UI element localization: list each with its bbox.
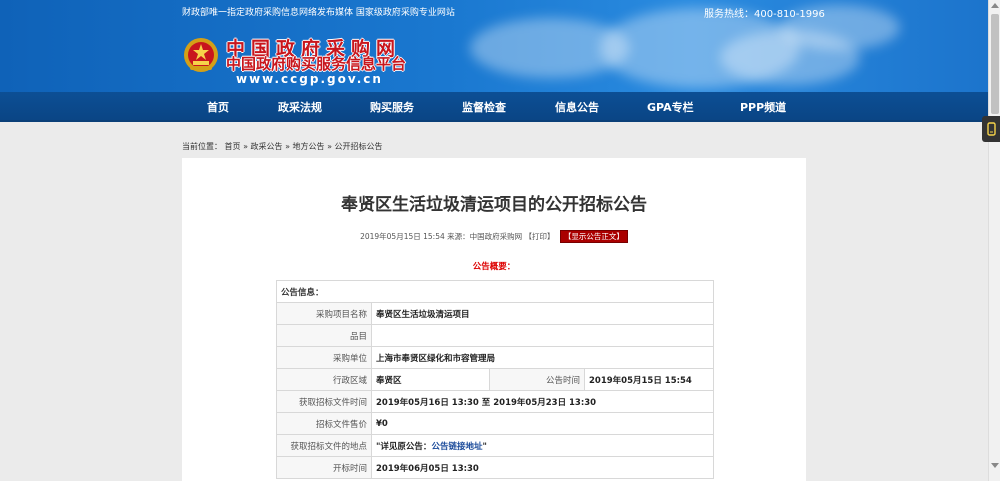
national-emblem-icon[interactable] — [182, 35, 220, 75]
row-value: 2019年05月16日 13:30 至 2019年05月23日 13:30 — [371, 390, 714, 413]
scrollbar-thumb[interactable] — [991, 14, 999, 114]
main-nav: 首页 政采法规 购买服务 监督检查 信息公告 GPA专栏 PPP频道 — [0, 92, 988, 122]
breadcrumb-current[interactable]: 公开招标公告 — [335, 142, 383, 151]
scroll-down-icon[interactable] — [991, 463, 999, 468]
table-row: 采购单位 上海市奉贤区绿化和市容管理局 — [276, 346, 714, 369]
nav-item-gpa[interactable]: GPA专栏 — [647, 99, 694, 115]
service-hotline: 服务热线：400-810-1996 — [704, 9, 825, 20]
row-label: 采购单位 — [276, 346, 372, 369]
table-row: 品目 — [276, 324, 714, 347]
row-label: 采购项目名称 — [276, 302, 372, 325]
phone-icon — [987, 122, 996, 136]
row-label: 品目 — [276, 324, 372, 347]
article-meta-text: 2019年05月15日 15:54 来源：中国政府采购网 【打印】 — [360, 232, 555, 241]
logo-subtitle[interactable]: 中国政府购买服务信息平台 — [226, 53, 406, 74]
table-row: 招标文件售价 ¥0 — [276, 412, 714, 435]
breadcrumb-prefix: 当前位置： — [182, 142, 222, 151]
row-value: 2019年05月15日 15:54 — [584, 368, 714, 391]
table-row: 获取招标文件的地点 "详见原公告：公告链接地址" — [276, 434, 714, 457]
row-value: 上海市奉贤区绿化和市容管理局 — [371, 346, 714, 369]
row-value: "详见原公告：公告链接地址" — [371, 434, 714, 457]
row-value — [371, 324, 714, 347]
location-prefix: "详见原公告： — [376, 441, 432, 452]
scroll-up-icon[interactable] — [991, 3, 999, 8]
row-label: 行政区域 — [276, 368, 372, 391]
row-label: 获取招标文件时间 — [276, 390, 372, 413]
announcement-info-table: 公告信息： 采购项目名称 奉贤区生活垃圾清运项目 品目 采购单位 上海市奉贤区绿… — [276, 280, 714, 479]
breadcrumb-announcements[interactable]: 政采公告 — [251, 142, 283, 151]
row-value: 2019年06月05日 13:30 — [371, 456, 714, 479]
logo-url[interactable]: www.ccgp.gov.cn — [236, 72, 383, 86]
row-label: 开标时间 — [276, 456, 372, 479]
row-value: 奉贤区 — [371, 368, 490, 391]
nav-item-ppp[interactable]: PPP频道 — [740, 99, 786, 115]
show-original-button[interactable]: 【显示公告正文】 — [559, 230, 628, 243]
row-label: 招标文件售价 — [276, 412, 372, 435]
article-title: 奉贤区生活垃圾清运项目的公开招标公告 — [341, 195, 647, 215]
announcement-link[interactable]: 公告链接地址 — [431, 442, 482, 452]
summary-heading: 公告概要： — [472, 262, 516, 272]
nav-item-regulations[interactable]: 政采法规 — [278, 99, 322, 115]
site-header: 财政部唯一指定政府采购信息网络发布媒体 国家级政府采购专业网站 服务热线：400… — [0, 0, 988, 92]
breadcrumb-separator: » — [243, 142, 248, 151]
breadcrumb-separator: » — [327, 142, 332, 151]
nav-item-purchase-services[interactable]: 购买服务 — [370, 99, 414, 115]
top-bar: 财政部唯一指定政府采购信息网络发布媒体 国家级政府采购专业网站 服务热线：400… — [0, 0, 988, 22]
table-row: 开标时间 2019年06月05日 13:30 — [276, 456, 714, 479]
location-suffix: " — [482, 441, 487, 452]
table-row: 行政区域 奉贤区 公告时间 2019年05月15日 15:54 — [276, 368, 714, 391]
site-slogan: 财政部唯一指定政府采购信息网络发布媒体 国家级政府采购专业网站 — [182, 8, 455, 18]
nav-item-supervision[interactable]: 监督检查 — [462, 99, 506, 115]
article-card: 奉贤区生活垃圾清运项目的公开招标公告 2019年05月15日 15:54 来源：… — [182, 158, 806, 481]
breadcrumb-separator: » — [285, 142, 290, 151]
row-label: 公告时间 — [489, 368, 585, 391]
floating-side-widget[interactable] — [982, 116, 1000, 142]
row-value: 奉贤区生活垃圾清运项目 — [371, 302, 714, 325]
nav-item-announcements[interactable]: 信息公告 — [555, 99, 599, 115]
section-label: 公告信息： — [276, 280, 714, 303]
breadcrumb-local[interactable]: 地方公告 — [293, 142, 325, 151]
table-row: 公告信息： — [276, 280, 714, 303]
page-scrollbar[interactable] — [988, 0, 1000, 481]
row-label: 获取招标文件的地点 — [276, 434, 372, 457]
nav-item-home[interactable]: 首页 — [207, 99, 229, 115]
article-meta: 2019年05月15日 15:54 来源：中国政府采购网 【打印】 【显示公告正… — [182, 230, 806, 243]
row-value: ¥0 — [371, 412, 714, 435]
table-row: 获取招标文件时间 2019年05月16日 13:30 至 2019年05月23日… — [276, 390, 714, 413]
breadcrumb: 当前位置： 首页 » 政采公告 » 地方公告 » 公开招标公告 — [182, 141, 383, 152]
table-row: 采购项目名称 奉贤区生活垃圾清运项目 — [276, 302, 714, 325]
breadcrumb-home[interactable]: 首页 — [225, 142, 241, 151]
